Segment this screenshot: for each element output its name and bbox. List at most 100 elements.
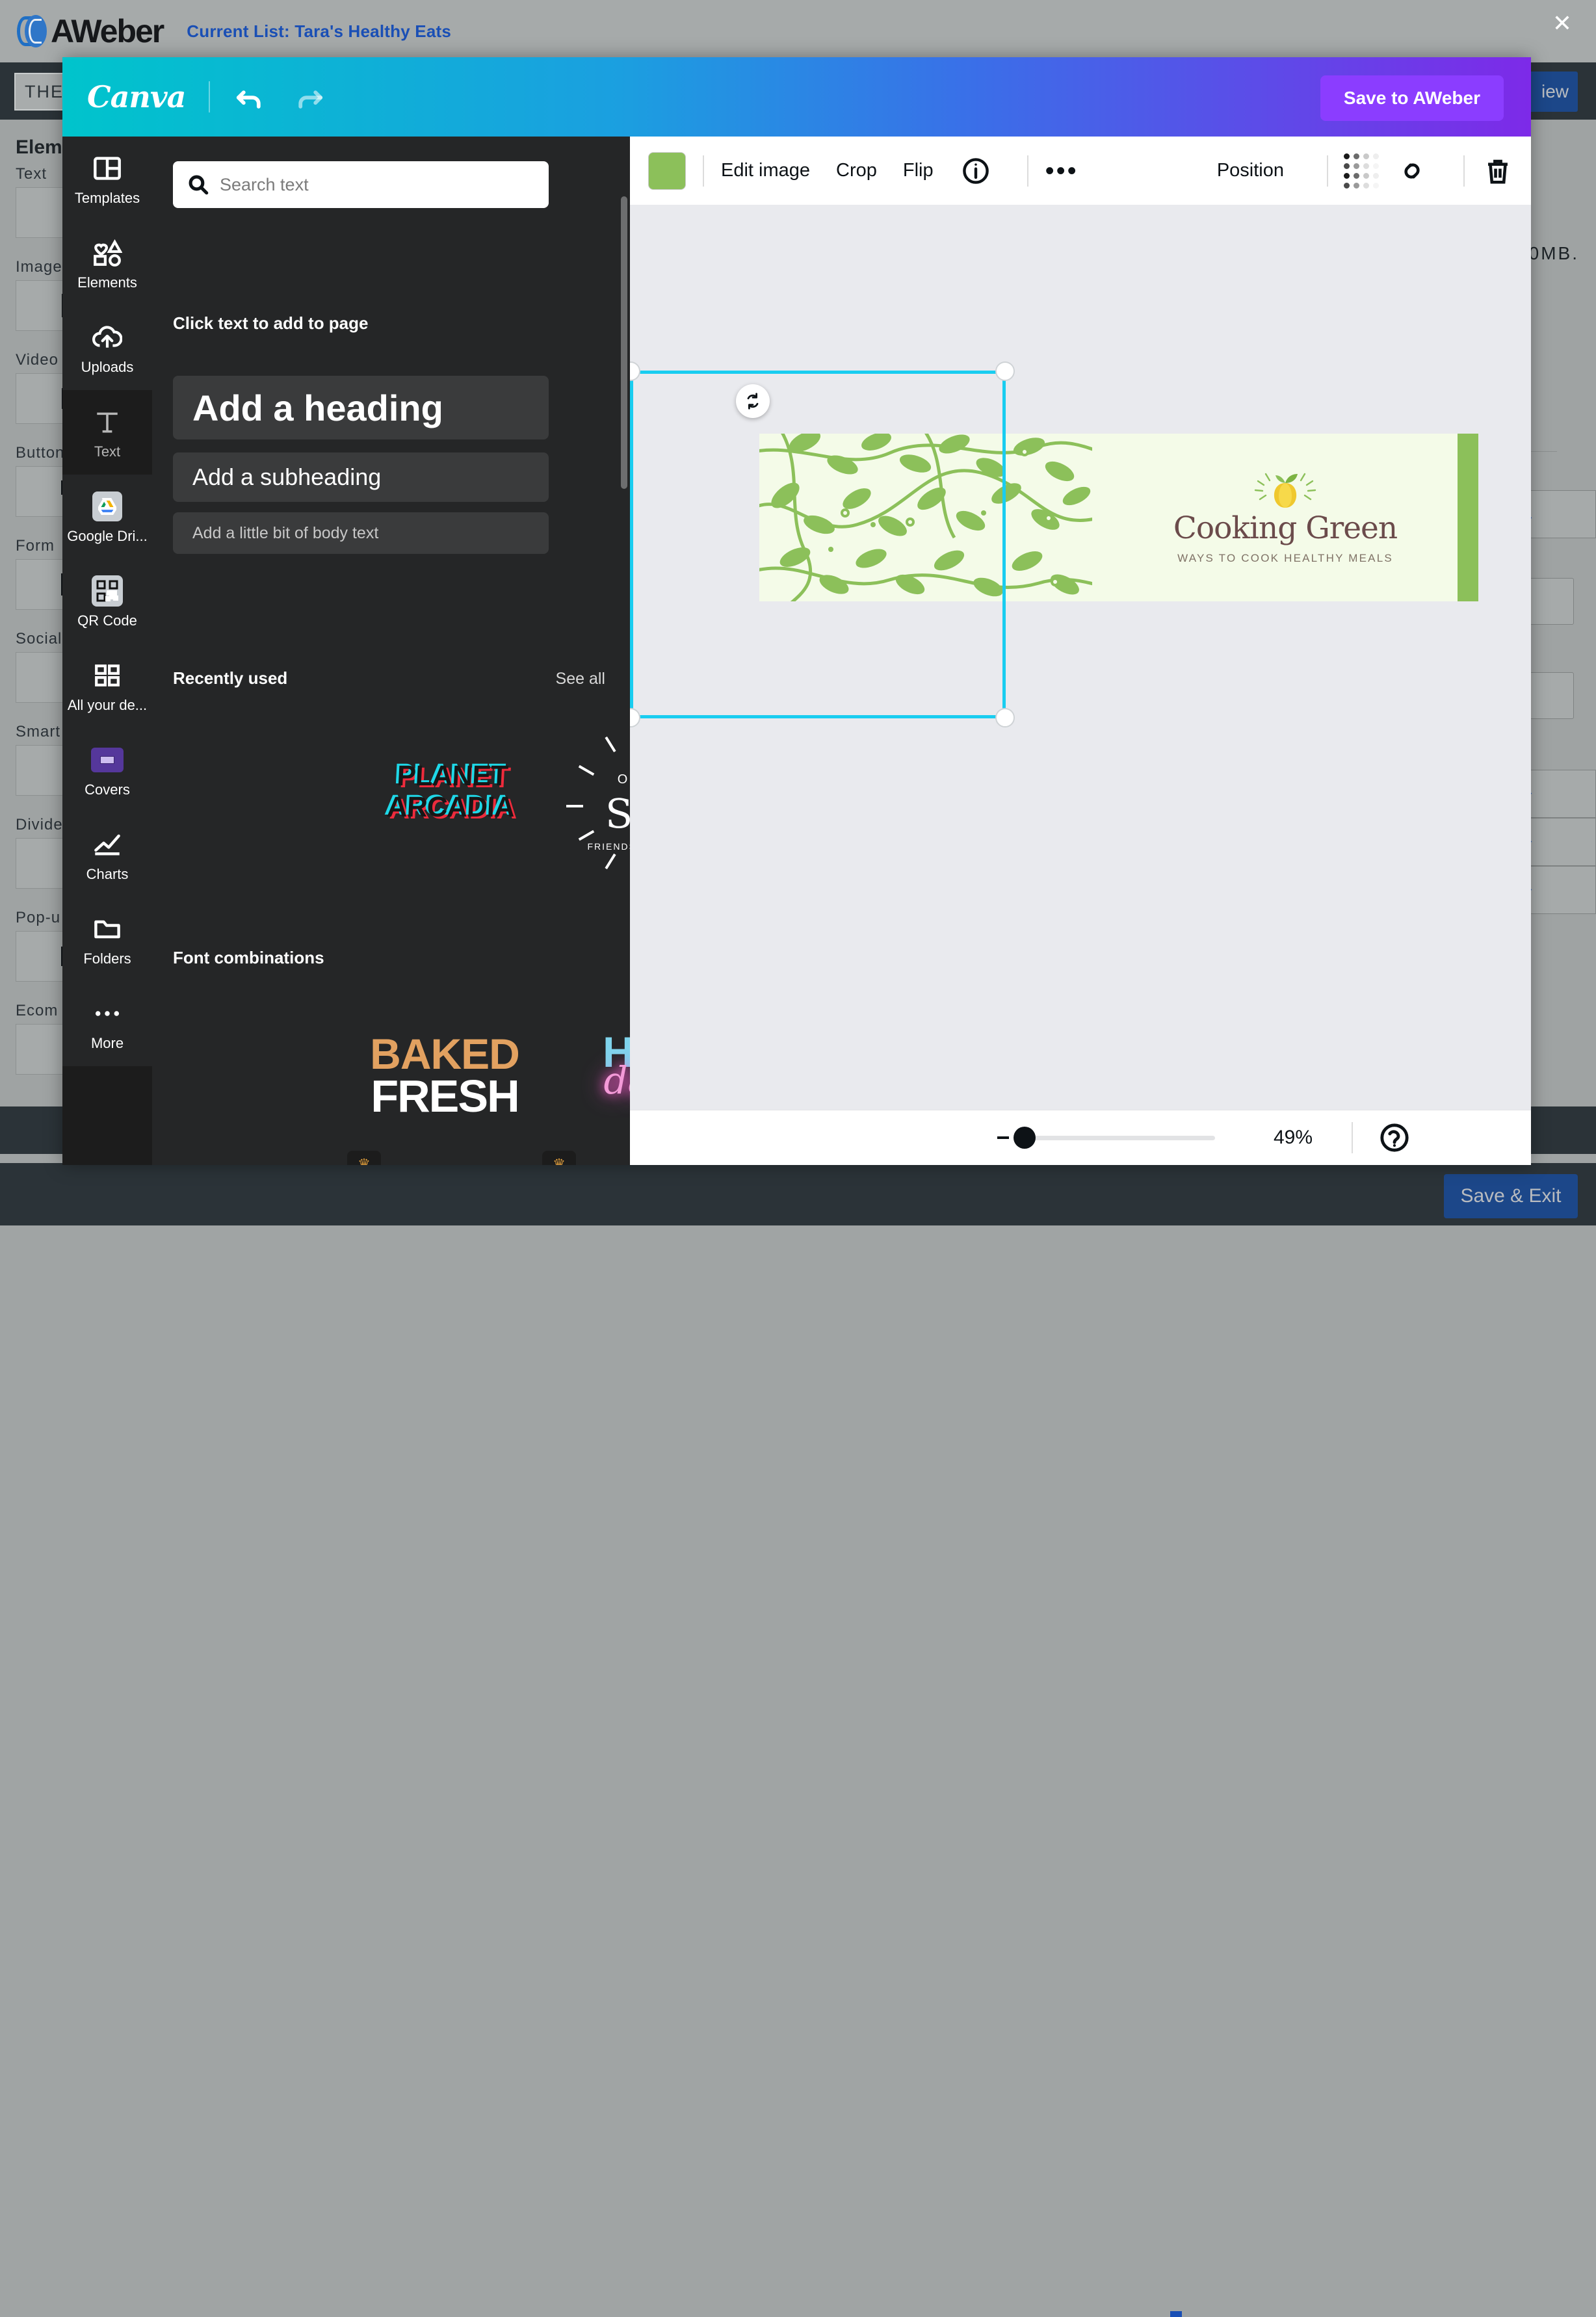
panel-scrollbar[interactable] [621,196,627,489]
toolbar-divider-3 [1327,155,1328,187]
sale-badge-top: ONLINE [568,772,630,787]
rail-item-charts[interactable]: Charts [62,813,152,897]
current-list-label: Current List: Tara's Healthy Eats [187,21,451,42]
more-options-icon[interactable]: ••• [1045,164,1079,177]
flip-button[interactable]: Flip [903,160,934,181]
crop-button[interactable]: Crop [836,160,877,181]
font-combo-baked-fresh[interactable]: BAKED FRESH [347,1034,542,1118]
rail-item-templates[interactable]: Templates [62,137,152,221]
rail-item-text[interactable]: Text [62,390,152,475]
uploads-icon [92,320,122,355]
rail-item-qr-code[interactable]: QR Code [62,559,152,644]
hello-line2: darling [581,1058,630,1103]
save-and-exit-button[interactable]: Save & Exit [1444,1174,1578,1218]
rail-item-label: More [91,1035,124,1052]
font-combinations-heading: Font combinations [173,948,324,968]
aweber-logo: AWeber [14,12,163,50]
search-input[interactable] [220,175,538,195]
progress-tick [1170,2311,1182,2317]
templates-icon [93,151,122,186]
selection-handle-bottom-right[interactable] [995,708,1015,727]
recently-used-thumb-online-sale[interactable]: ONLINE Sale FRIENDS SHOP FIRST! [568,722,630,884]
search-box[interactable] [173,161,549,208]
color-swatch-button[interactable] [648,152,686,190]
rail-item-label: All your de... [68,697,147,714]
canva-header: Canva Save to AWeber [62,57,1531,137]
rail-item-label: Elements [77,274,137,291]
rail-item-label: Covers [85,781,130,798]
rail-item-uploads[interactable]: Uploads [62,306,152,390]
click-text-heading: Click text to add to page [173,313,369,334]
zoom-slider-knob[interactable] [1014,1127,1036,1149]
baked-line1: BAKED [347,1034,542,1075]
folders-icon [93,911,122,947]
text-panel: Click text to add to page Add a heading … [152,137,630,1165]
design-accent-bar [1458,434,1478,601]
position-button[interactable]: Position [1217,160,1284,181]
canva-logo[interactable]: Canva [87,79,185,114]
aweber-logo-text: AWeber [51,12,163,50]
add-heading-chip[interactable]: Add a heading [173,376,549,439]
info-icon[interactable] [960,155,992,187]
rail-item-label: Text [94,443,120,460]
undo-icon[interactable] [229,77,270,117]
qr-code-icon [92,573,123,609]
add-body-text-chip[interactable]: Add a little bit of body text [173,512,549,554]
close-icon[interactable]: ✕ [1548,10,1576,39]
add-subheading-chip[interactable]: Add a subheading [173,452,549,502]
sale-badge-bottom: FRIENDS SHOP FIRST! [568,841,630,852]
toolbar-divider-2 [1027,155,1028,187]
file-size-note: 0MB. [1529,243,1579,264]
elements-icon [92,235,122,270]
google-drive-icon [92,489,122,524]
rail-item-label: Uploads [81,359,134,376]
edit-image-button[interactable]: Edit image [721,160,810,181]
toolbar-divider-1 [703,155,704,187]
zoom-bar: 49% [630,1110,1531,1165]
selection-handle-bottom-left[interactable] [630,708,640,727]
see-all-link[interactable]: See all [556,670,605,688]
all-designs-icon [94,658,121,693]
recently-used-heading: Recently used [173,668,287,688]
rail-item-label: Folders [83,950,131,967]
aweber-topbar: AWeber Current List: Tara's Healthy Eats… [0,0,1596,62]
rail-item-covers[interactable]: Covers [62,728,152,813]
toolbar-right-group: Position [1217,155,1517,187]
rail-item-label: QR Code [77,612,137,629]
rail-item-google-dri[interactable]: Google Dri... [62,475,152,559]
rail-item-elements[interactable]: Elements [62,221,152,306]
zoom-level-label: 49% [1274,1127,1313,1149]
charts-icon [93,827,122,862]
selection-handle-top-right[interactable] [995,361,1015,381]
zoom-out-icon[interactable] [997,1136,1009,1139]
canva-editor-modal: Canva Save to AWeber Templates Elements Up… [62,57,1531,1165]
text-icon [94,404,121,439]
transparency-icon[interactable] [1345,155,1378,187]
design-subtitle: WAYS TO COOK HEALTHY MEALS [1177,552,1393,565]
pro-crown-icon-2: ♛ [542,1151,576,1165]
rail-item-label: Charts [86,866,129,883]
rotate-handle-icon[interactable] [736,384,770,418]
font-combo-hello-darling[interactable]: HELLO darling [581,1027,630,1103]
design-text-block[interactable]: Cooking Green WAYS TO COOK HEALTHY MEALS [1092,434,1478,601]
trash-icon[interactable] [1482,155,1514,187]
zoombar-divider [1352,1122,1353,1153]
redo-icon[interactable] [289,77,330,117]
rail-item-all-your-de[interactable]: All your de... [62,644,152,728]
link-icon[interactable] [1396,155,1428,187]
lemon-illustration-icon [1249,470,1321,510]
zoom-slider[interactable] [1020,1136,1215,1140]
canva-left-rail: Templates Elements Uploads Text Google Dri..… [62,137,152,1165]
canva-editor-area: Edit image Crop Flip ••• Position [630,137,1531,1165]
save-to-aweber-button[interactable]: Save to AWeber [1320,75,1504,121]
recently-used-thumb-planet-arcadia[interactable]: PLANET ARCADIA [371,761,531,832]
canvas-area[interactable]: Cooking Green WAYS TO COOK HEALTHY MEALS [630,205,1531,1110]
rail-item-more[interactable]: More [62,982,152,1066]
selection-bounding-box[interactable] [630,371,1006,718]
help-icon[interactable] [1378,1121,1411,1155]
rail-item-folders[interactable]: Folders [62,897,152,982]
rail-item-label: Google Dri... [67,528,148,545]
header-divider [209,81,210,112]
selection-handle-top-left[interactable] [630,361,640,381]
aweber-logo-mark [14,14,49,49]
